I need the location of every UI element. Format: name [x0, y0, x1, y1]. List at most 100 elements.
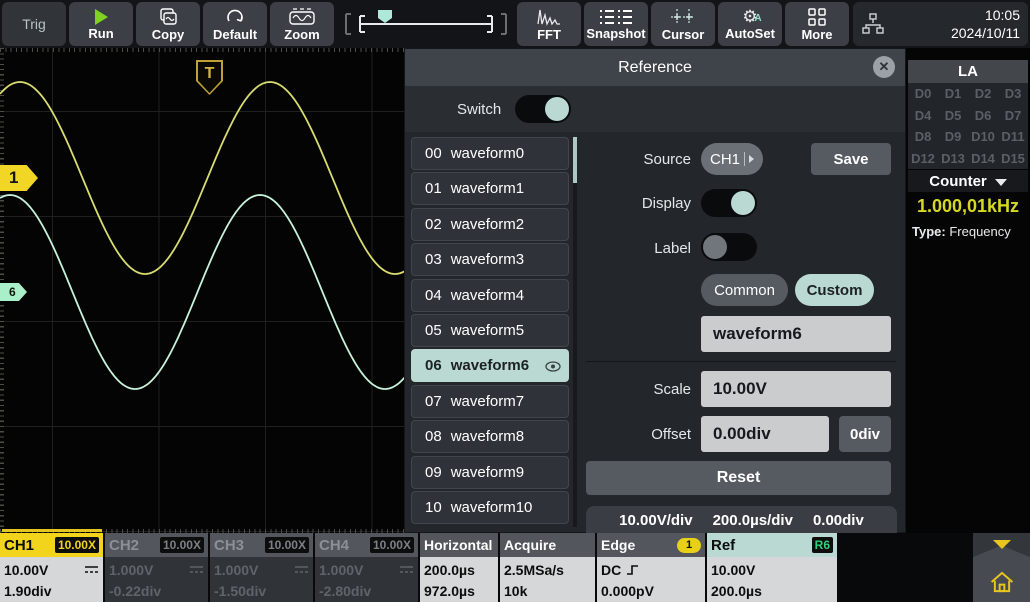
acquire-status-block[interactable]: Acquire 2.5MSa/s 10k — [500, 533, 595, 602]
digital-ch-d0[interactable]: D0 — [908, 83, 938, 105]
ch3-status-block[interactable]: CH3 10.00X 1.000V -1.50div — [210, 533, 313, 602]
run-button[interactable]: Run — [69, 2, 133, 46]
dropdown-arrow-icon — [749, 155, 754, 163]
digital-ch-d4[interactable]: D4 — [908, 105, 938, 127]
autoset-label: AutoSet — [725, 27, 775, 40]
counter-type: Type: Frequency — [912, 224, 1011, 239]
fft-button[interactable]: FFT — [517, 2, 581, 46]
switch-label: Switch — [457, 101, 501, 118]
horizontal-position-marker[interactable] — [378, 10, 392, 23]
info-offset: 0.00div — [813, 512, 864, 529]
offset-input[interactable]: 0.00div — [701, 416, 829, 452]
copy-label: Copy — [152, 28, 185, 41]
snapshot-button[interactable]: Snapshot — [584, 2, 648, 46]
digital-ch-d14[interactable]: D14 — [968, 148, 998, 170]
trigger-status-block[interactable]: Edge 1 DC 0.000pV — [597, 533, 705, 602]
collapse-up-icon[interactable] — [993, 540, 1011, 549]
list-item-waveform0[interactable]: 00waveform0 — [411, 137, 569, 170]
corner-menu — [973, 533, 1030, 602]
scale-input[interactable]: 10.00V — [701, 371, 891, 407]
horizontal-status-block[interactable]: Horizontal 200.0µs 972.0µs — [420, 533, 498, 602]
list-item-waveform5[interactable]: 05waveform5 — [411, 314, 569, 347]
digital-ch-d8[interactable]: D8 — [908, 126, 938, 148]
list-scrollbar[interactable] — [573, 137, 577, 527]
reset-button[interactable]: Reset — [586, 461, 891, 495]
zoom-icon — [289, 8, 315, 26]
common-button[interactable]: Common — [701, 274, 788, 306]
cursor-button[interactable]: Cursor — [651, 2, 715, 46]
right-sidebar: LA D0 D1 D2 D3 D4 D5 D6 D7 D8 D9 D10 D11… — [906, 48, 1030, 533]
list-item-waveform9[interactable]: 09waveform9 — [411, 456, 569, 489]
list-item-waveform6-selected[interactable]: 06waveform6 — [411, 349, 569, 382]
dc-coupling-icon — [189, 565, 204, 574]
digital-ch-d12[interactable]: D12 — [908, 148, 938, 170]
ch3-probe-badge: 10.00X — [265, 537, 309, 553]
ch4-status-block[interactable]: CH4 10.00X 1.000V -2.80div — [315, 533, 418, 602]
digital-ch-d10[interactable]: D10 — [968, 126, 998, 148]
offset-zero-button[interactable]: 0div — [839, 416, 891, 452]
digital-ch-d3[interactable]: D3 — [998, 83, 1028, 105]
source-label: Source — [586, 151, 691, 168]
ch2-status-block[interactable]: CH2 10.00X 1.000V -0.22div — [105, 533, 208, 602]
list-item-waveform10[interactable]: 10waveform10 — [411, 491, 569, 524]
home-icon[interactable] — [989, 569, 1015, 595]
source-select[interactable]: CH1 — [701, 143, 763, 175]
snapshot-icon — [599, 9, 633, 25]
list-item-waveform4[interactable]: 04waveform4 — [411, 279, 569, 312]
top-toolbar: Trig Run Copy Default — [0, 0, 1030, 48]
scale-label: Scale — [586, 381, 691, 398]
reference-info-bar: 10.00V/div 200.0µs/div 0.00div — [586, 506, 897, 534]
digital-ch-d15[interactable]: D15 — [998, 148, 1028, 170]
digital-ch-d1[interactable]: D1 — [938, 83, 968, 105]
oscilloscope-screen: Trig Run Copy Default — [0, 0, 1030, 602]
zoom-button[interactable]: Zoom — [270, 2, 334, 46]
cursor-icon — [670, 8, 696, 26]
digital-ch-d6[interactable]: D6 — [968, 105, 998, 127]
ref-slot-badge: R6 — [812, 537, 833, 553]
digital-ch-d11[interactable]: D11 — [998, 126, 1028, 148]
dc-coupling-icon — [294, 565, 309, 574]
trig-button[interactable]: Trig — [2, 2, 66, 46]
fft-icon — [537, 8, 561, 26]
la-panel-header[interactable]: LA — [908, 60, 1028, 83]
cursor-label: Cursor — [662, 28, 705, 41]
visible-eye-icon — [545, 361, 561, 372]
clock-date: 2024/10/11 — [951, 24, 1020, 42]
autoset-gear-icon: ⚙A — [742, 8, 757, 25]
list-item-waveform2[interactable]: 02waveform2 — [411, 208, 569, 241]
switch-row: Switch — [405, 86, 905, 132]
custom-button[interactable]: Custom — [795, 274, 874, 306]
list-item-waveform1[interactable]: 01waveform1 — [411, 172, 569, 205]
more-icon — [808, 8, 826, 26]
copy-button[interactable]: Copy — [136, 2, 200, 46]
list-item-waveform3[interactable]: 03waveform3 — [411, 243, 569, 276]
more-label: More — [801, 28, 832, 41]
reference-switch-toggle[interactable] — [515, 95, 571, 123]
waveform-name-input[interactable]: waveform6 — [701, 316, 891, 352]
list-item-waveform8[interactable]: 08waveform8 — [411, 420, 569, 453]
ref-status-block[interactable]: Ref R6 10.00V 200.0µs — [707, 533, 837, 602]
list-scrollbar-thumb[interactable] — [573, 137, 577, 183]
default-button[interactable]: Default — [203, 2, 267, 46]
run-icon — [95, 9, 108, 25]
digital-ch-d9[interactable]: D9 — [938, 126, 968, 148]
digital-ch-d5[interactable]: D5 — [938, 105, 968, 127]
digital-ch-d2[interactable]: D2 — [968, 83, 998, 105]
digital-ch-d7[interactable]: D7 — [998, 105, 1028, 127]
horizontal-position-indicator[interactable] — [338, 2, 514, 46]
counter-dropdown[interactable]: Counter — [908, 170, 1028, 192]
close-icon[interactable]: ✕ — [873, 56, 895, 78]
default-label: Default — [213, 28, 257, 41]
list-item-waveform7[interactable]: 07waveform7 — [411, 385, 569, 418]
network-icon — [861, 13, 885, 35]
ch1-status-block[interactable]: CH1 10.00X 10.00V 1.90div — [0, 533, 103, 602]
autoset-button[interactable]: ⚙A AutoSet — [718, 2, 782, 46]
clock-panel[interactable]: 10:05 2024/10/11 — [853, 2, 1028, 46]
save-button[interactable]: Save — [811, 143, 891, 175]
more-button[interactable]: More — [785, 2, 849, 46]
display-toggle[interactable] — [701, 189, 757, 217]
digital-ch-d13[interactable]: D13 — [938, 148, 968, 170]
label-toggle[interactable] — [701, 233, 757, 261]
ch1-probe-badge: 10.00X — [55, 537, 99, 553]
snapshot-label: Snapshot — [586, 27, 645, 40]
